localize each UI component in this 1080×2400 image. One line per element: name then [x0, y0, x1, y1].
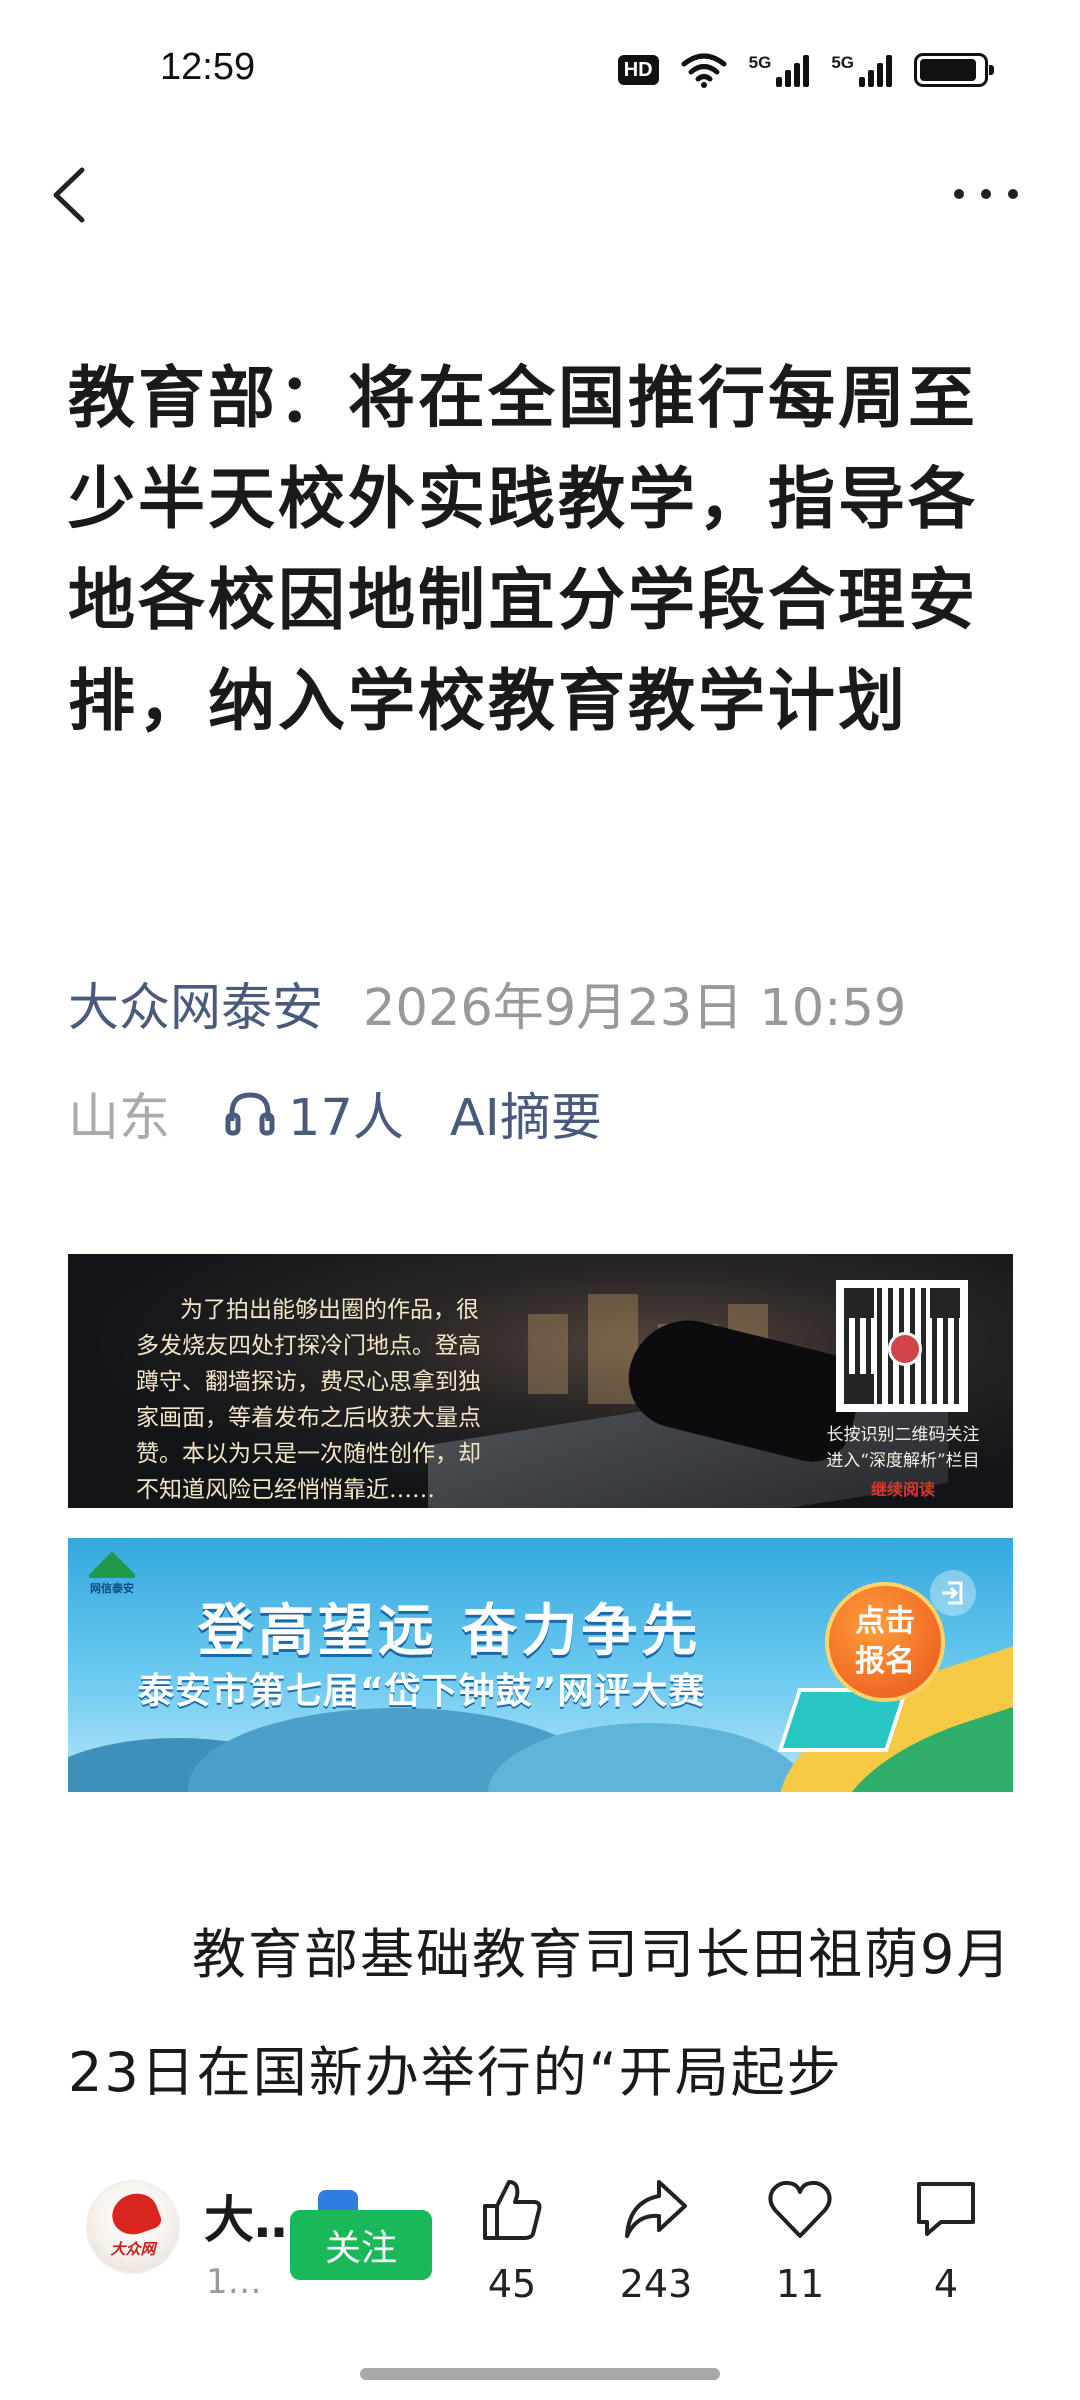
continue-reading-link[interactable]: 继续阅读 — [798, 1476, 1008, 1500]
promo-banner-contest[interactable]: 网信泰安 登高望远 奋力争先 泰安市第七届“岱下钟鼓”网评大赛 点击 报名 — [68, 1538, 1013, 1792]
article-meta-secondary: 山东 17人 AI摘要 — [68, 1076, 602, 1150]
article-source-link[interactable]: 大众网泰安 — [68, 979, 323, 1038]
contest-headline: 登高望远 奋力争先 — [198, 1599, 702, 1664]
author-name[interactable]: 大… — [204, 2180, 304, 2252]
thumbs-up-icon — [483, 2180, 542, 2240]
banner-story-text: 为了拍出能够出圈的作品，很多发烧友四处打探冷门地点。登高蹲守、翻墙探访，费尽心思… — [136, 1297, 481, 1503]
heart-icon — [768, 2180, 832, 2238]
back-button[interactable] — [44, 162, 94, 228]
share-button[interactable]: 243 — [596, 2176, 716, 2306]
wifi-icon — [681, 53, 727, 88]
article-title: 教育部：将在全国推行每周至少半天校外实践教学，指导各地各校因地制宜分学段合理安排… — [68, 359, 978, 740]
home-indicator[interactable] — [360, 2368, 720, 2380]
ai-summary-button[interactable]: AI摘要 — [450, 1076, 602, 1150]
hd-voice-icon: HD — [617, 55, 659, 85]
author-subtitle: 1… — [206, 2262, 262, 2302]
article-meta: 大众网泰安 2026年9月23日 10:59 — [68, 966, 906, 1040]
status-time: 12:59 — [160, 46, 256, 88]
share-arrow-icon — [625, 2180, 687, 2238]
wangxin-taian-logo: 网信泰安 — [86, 1548, 138, 1610]
cellular-signal-icon-2: 5G — [831, 53, 892, 87]
contest-subline: 泰安市第七届“岱下钟鼓”网评大赛 — [138, 1671, 706, 1712]
like-button[interactable]: 45 — [452, 2176, 572, 2306]
more-options-button[interactable] — [950, 168, 1022, 220]
status-icons: HD 5G 5G — [617, 52, 994, 88]
comment-button[interactable]: 4 — [886, 2176, 1006, 2306]
more-horizontal-icon — [954, 189, 964, 199]
exit-icon[interactable] — [930, 1570, 976, 1616]
listen-button[interactable]: 17人 — [222, 1076, 404, 1150]
promo-banner-deep-analysis[interactable]: 为了拍出能够出圈的作品，很多发烧友四处打探冷门地点。登高蹲守、翻墙探访，费尽心思… — [68, 1254, 1013, 1508]
cellular-signal-icon: 5G — [749, 53, 810, 87]
follow-button[interactable]: 关注 — [290, 2210, 432, 2280]
qr-caption-line-2: 进入“深度解析”栏目 — [826, 1451, 980, 1471]
register-button[interactable]: 点击 报名 — [825, 1582, 945, 1702]
headphones-icon — [225, 1092, 275, 1136]
qr-caption: 长按识别二维码关注 进入“深度解析”栏目 — [798, 1422, 1008, 1474]
battery-icon — [914, 53, 994, 87]
article-region: 山东 — [68, 1089, 171, 1148]
qr-caption-line-1: 长按识别二维码关注 — [826, 1425, 980, 1445]
battery-level — [920, 59, 976, 81]
status-bar: 12:59 HD 5G 5G — [0, 0, 1080, 140]
favorite-button[interactable]: 11 — [740, 2176, 860, 2306]
qr-code-image — [836, 1280, 968, 1412]
favorite-count: 11 — [775, 2262, 825, 2306]
article-body: 教育部基础教育司司长田祖荫9月23日在国新办举行的“开局起步 — [68, 1923, 1013, 2104]
comment-count: 4 — [933, 2262, 959, 2306]
author-avatar[interactable]: 大众网 — [86, 2180, 180, 2274]
article-datetime: 2026年9月23日 10:59 — [363, 979, 907, 1038]
like-count: 45 — [487, 2262, 537, 2306]
share-count: 243 — [619, 2262, 693, 2306]
listener-count: 17人 — [288, 1089, 404, 1148]
comment-bubble-icon — [917, 2182, 975, 2236]
chevron-left-icon — [53, 167, 85, 223]
flame-logo-icon — [106, 2187, 164, 2241]
